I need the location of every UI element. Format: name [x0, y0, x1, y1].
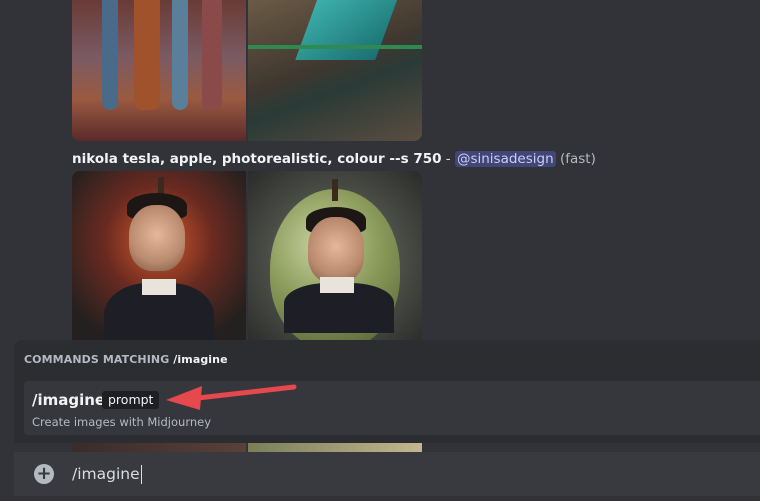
- command-menu-header: COMMANDS MATCHING /imagine: [24, 353, 228, 366]
- generated-image-tesla-apple-1[interactable]: [72, 171, 246, 346]
- image-detail: [202, 0, 222, 110]
- generated-image[interactable]: [248, 0, 422, 141]
- message-input[interactable]: /imagine: [72, 463, 142, 485]
- image-detail: [308, 217, 364, 283]
- command-name: /imagine: [32, 391, 106, 409]
- header-label: COMMANDS MATCHING: [24, 353, 174, 366]
- text-caret: [140, 465, 142, 484]
- mode-label: (fast): [559, 151, 596, 167]
- message-input-value: /imagine: [72, 465, 140, 483]
- command-parameter-prompt[interactable]: prompt: [102, 391, 160, 409]
- arrow-left-icon: [166, 384, 297, 410]
- generated-image-grid-previous[interactable]: [72, 0, 422, 141]
- image-detail: [142, 279, 176, 295]
- image-detail: [295, 0, 401, 60]
- generated-image[interactable]: [72, 0, 246, 141]
- command-autocomplete-panel: COMMANDS MATCHING /imagine /imagine prom…: [14, 340, 760, 443]
- image-detail: [129, 205, 185, 271]
- separator: -: [441, 151, 455, 167]
- message-composer[interactable]: + /imagine: [14, 452, 760, 496]
- user-mention[interactable]: @sinisadesign: [454, 151, 556, 167]
- command-option-imagine[interactable]: /imagine prompt Create images with Midjo…: [24, 381, 760, 435]
- command-description: Create images with Midjourney: [32, 415, 212, 429]
- header-query: /imagine: [173, 353, 228, 366]
- generated-image-grid[interactable]: [72, 171, 422, 346]
- image-detail: [102, 0, 118, 110]
- plus-circle-icon[interactable]: +: [34, 464, 54, 484]
- image-detail: [172, 0, 188, 110]
- message-prompt-line: nikola tesla, apple, photorealistic, col…: [72, 150, 596, 168]
- image-detail: [332, 179, 338, 201]
- image-detail: [320, 277, 354, 293]
- prompt-text: nikola tesla, apple, photorealistic, col…: [72, 151, 442, 167]
- generated-image-tesla-apple-2[interactable]: [248, 171, 422, 346]
- image-detail: [248, 45, 422, 49]
- image-detail: [134, 0, 160, 110]
